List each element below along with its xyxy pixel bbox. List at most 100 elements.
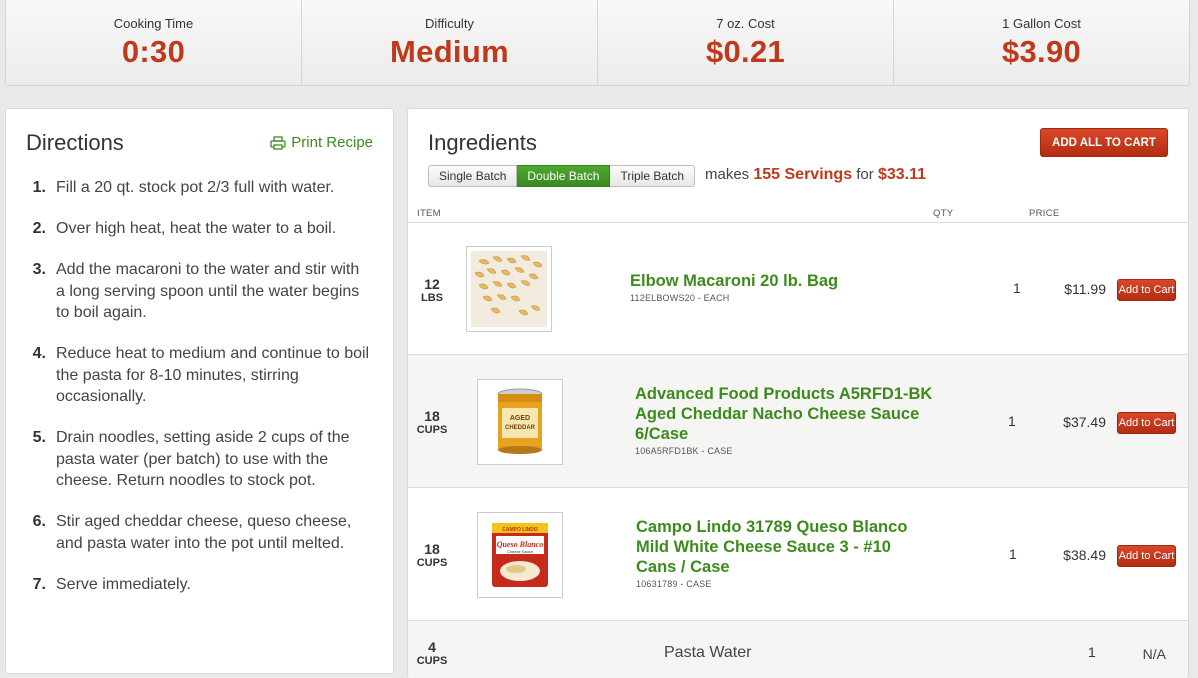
- servings-summary: makes 155 Servings for $33.11: [705, 166, 926, 184]
- direction-step: 7. Serve immediately.: [26, 574, 371, 596]
- ingredients-title: Ingredients: [428, 130, 537, 155]
- product-name-line: Advanced Food Products A5RFD1-BK: [635, 385, 933, 403]
- ingredient-row: 12 LBS Elbow Macaroni 20 lb. Bag 112ELBO…: [408, 222, 1188, 355]
- item-qty: 1: [1008, 413, 1016, 429]
- direction-step: 5. Drain noodles, setting aside 2 cups of…: [26, 427, 371, 492]
- column-header-item: ITEM: [417, 208, 441, 219]
- step-text: Serve immediately.: [56, 575, 191, 593]
- step-text: Drain noodles, setting aside 2 cups of t…: [56, 429, 350, 489]
- directions-list: 1. Fill a 20 qt. stock pot 2/3 full with …: [26, 177, 371, 615]
- macaroni-photo[interactable]: [466, 246, 552, 332]
- queso-can-image: CAMPO LINDO Queso Blanco Cheese Sauce: [482, 517, 558, 593]
- column-header-qty: QTY: [933, 208, 954, 219]
- step-number: 6.: [32, 513, 46, 530]
- step-number: 3.: [32, 261, 46, 278]
- product-name-link[interactable]: Campo Lindo 31789 Queso Blanco Mild Whit…: [636, 517, 907, 577]
- cheddar-can-label-1: AGED: [510, 415, 530, 422]
- step-number: 5.: [32, 429, 46, 446]
- direction-step: 4. Reduce heat to medium and continue to …: [26, 343, 371, 408]
- queso-can-photo[interactable]: CAMPO LINDO Queso Blanco Cheese Sauce: [477, 512, 563, 598]
- stat-label: 1 Gallon Cost: [1002, 16, 1081, 31]
- item-qty: 1: [1009, 546, 1017, 562]
- add-to-cart-button[interactable]: Add to Cart: [1117, 545, 1176, 567]
- recipe-stats-bar: Cooking Time 0:30 Difficulty Medium 7 oz…: [5, 0, 1190, 86]
- ingredient-amount: 18 CUPS: [408, 541, 456, 569]
- product-sku: 10631789 - CASE: [636, 579, 712, 589]
- product-name-line: Aged Cheddar Nacho Cheese Sauce: [635, 405, 920, 423]
- batch-total-cost: $33.11: [877, 166, 927, 183]
- stat-cooking-time: Cooking Time 0:30: [6, 0, 302, 85]
- item-price: $11.99: [1064, 281, 1106, 297]
- single-batch-button[interactable]: Single Batch: [428, 165, 518, 187]
- product-name-link[interactable]: Elbow Macaroni 20 lb. Bag: [630, 271, 838, 291]
- stat-label: Cooking Time: [113, 16, 194, 31]
- directions-title: Directions: [26, 130, 124, 155]
- cheddar-can-photo[interactable]: AGED CHEDDAR: [477, 379, 563, 465]
- directions-panel: Directions Print Recipe 1. Fill a 20 qt. …: [5, 108, 394, 674]
- stat-label: 7 oz. Cost: [716, 16, 775, 31]
- cheddar-can-label-2: CHEDDAR: [505, 425, 536, 431]
- stat-gallon-cost: 1 Gallon Cost $3.90: [894, 0, 1189, 85]
- item-price: $37.49: [1063, 414, 1106, 430]
- direction-step: 2. Over high heat, heat the water to a bo…: [26, 218, 371, 240]
- add-to-cart-button[interactable]: Add to Cart: [1117, 412, 1176, 434]
- ingredient-amount: 4 CUPS: [408, 639, 456, 667]
- step-text: Stir aged cheddar cheese, queso cheese, …: [56, 513, 352, 552]
- amount-unit: CUPS: [416, 557, 448, 569]
- product-name-line: 6/Case: [635, 425, 689, 443]
- direction-step: 6. Stir aged cheddar cheese, queso cheese…: [26, 511, 371, 554]
- amount-number: 18: [424, 541, 440, 557]
- item-qty: 1: [1088, 644, 1096, 660]
- ingredients-panel: Ingredients ADD ALL TO CART Single Batch…: [407, 108, 1189, 678]
- item-qty: 1: [1013, 280, 1021, 296]
- batch-size-toggle: Single Batch Double Batch Triple Batch: [428, 165, 696, 187]
- product-sku: 112ELBOWS20 - EACH: [630, 293, 730, 303]
- add-all-to-cart-button[interactable]: ADD ALL TO CART: [1040, 128, 1168, 157]
- stat-value: 0:30: [121, 34, 186, 69]
- ingredient-amount: 12 LBS: [408, 276, 456, 304]
- product-name-line: Campo Lindo 31789 Queso Blanco: [636, 518, 908, 536]
- cheddar-can-image: AGED CHEDDAR: [482, 384, 558, 460]
- ingredient-amount: 18 CUPS: [408, 408, 456, 436]
- stat-value: $0.21: [705, 34, 786, 69]
- step-number: 4.: [32, 345, 46, 362]
- item-price: N/A: [1142, 646, 1166, 662]
- amount-number: 18: [424, 408, 440, 424]
- amount-unit: LBS: [421, 292, 443, 304]
- double-batch-button[interactable]: Double Batch: [517, 165, 611, 187]
- direction-step: 1. Fill a 20 qt. stock pot 2/3 full with …: [26, 177, 371, 199]
- print-recipe-link[interactable]: Print Recipe: [270, 134, 373, 151]
- macaroni-image: [471, 251, 547, 327]
- step-text: Over high heat, heat the water to a boil…: [56, 220, 337, 237]
- queso-can-name: Queso Blanco: [497, 540, 543, 549]
- servings-count: 155 Servings: [753, 166, 853, 183]
- stat-label: Difficulty: [425, 16, 474, 31]
- step-text: Reduce heat to medium and continue to bo…: [56, 345, 370, 405]
- makes-for: for: [856, 166, 874, 183]
- product-name-line: Mild White Cheese Sauce 3 - #10: [636, 538, 891, 556]
- triple-batch-button[interactable]: Triple Batch: [610, 165, 696, 187]
- stat-value: Medium: [390, 34, 509, 69]
- ingredient-name: Pasta Water: [664, 644, 752, 661]
- step-text: Fill a 20 qt. stock pot 2/3 full with wa…: [56, 179, 335, 196]
- amount-unit: CUPS: [416, 655, 448, 667]
- makes-prefix: makes: [705, 166, 750, 183]
- queso-can-brand: CAMPO LINDO: [502, 527, 538, 533]
- product-sku: 106A5RFD1BK - CASE: [635, 446, 733, 456]
- stat-7oz-cost: 7 oz. Cost $0.21: [598, 0, 894, 85]
- step-text: Add the macaroni to the water and stir w…: [56, 261, 360, 321]
- product-name-line: Elbow Macaroni 20 lb. Bag: [630, 272, 839, 290]
- direction-step: 3. Add the macaroni to the water and stir…: [26, 259, 371, 324]
- product-name-link[interactable]: Advanced Food Products A5RFD1-BK Aged Ch…: [635, 384, 932, 444]
- item-price: $38.49: [1063, 547, 1106, 563]
- printer-icon: [270, 135, 286, 150]
- ingredient-row: 4 CUPS Pasta Water 1 N/A: [408, 621, 1188, 678]
- column-header-price: PRICE: [1029, 208, 1060, 219]
- stat-value: $3.90: [1001, 34, 1082, 69]
- amount-number: 12: [424, 276, 440, 292]
- add-to-cart-button[interactable]: Add to Cart: [1117, 279, 1176, 301]
- amount-number: 4: [428, 639, 436, 655]
- print-recipe-label: Print Recipe: [291, 134, 373, 151]
- amount-unit: CUPS: [416, 424, 448, 436]
- ingredient-row: 18 CUPS AGED CHEDDAR Advanced Food Produ…: [408, 355, 1188, 488]
